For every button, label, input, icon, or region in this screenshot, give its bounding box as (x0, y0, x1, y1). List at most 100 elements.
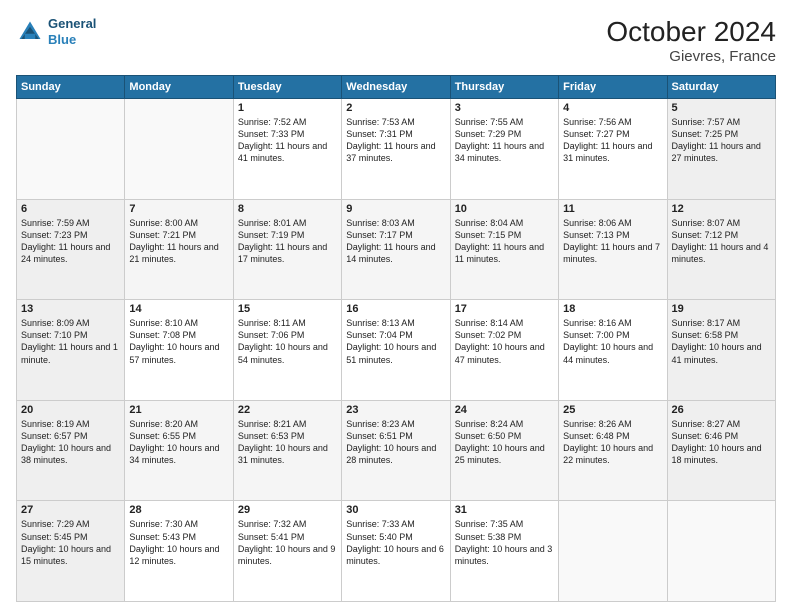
cell-content: Sunrise: 8:20 AMSunset: 6:55 PMDaylight:… (129, 418, 228, 467)
day-number: 9 (346, 203, 445, 215)
day-number: 3 (455, 102, 554, 114)
cell-content: Sunrise: 7:32 AMSunset: 5:41 PMDaylight:… (238, 518, 337, 567)
cell-content: Sunrise: 8:11 AMSunset: 7:06 PMDaylight:… (238, 317, 337, 366)
day-number: 13 (21, 303, 120, 315)
cell-content: Sunrise: 8:24 AMSunset: 6:50 PMDaylight:… (455, 418, 554, 467)
cell-content: Sunrise: 8:04 AMSunset: 7:15 PMDaylight:… (455, 217, 554, 266)
cell-content: Sunrise: 7:35 AMSunset: 5:38 PMDaylight:… (455, 518, 554, 567)
calendar-cell: 9 Sunrise: 8:03 AMSunset: 7:17 PMDaylight… (342, 199, 450, 300)
cell-content: Sunrise: 8:07 AMSunset: 7:12 PMDaylight:… (672, 217, 771, 266)
day-number: 19 (672, 303, 771, 315)
calendar-cell: 30 Sunrise: 7:33 AMSunset: 5:40 PMDayligh… (342, 501, 450, 602)
day-number: 23 (346, 404, 445, 416)
calendar-cell: 19 Sunrise: 8:17 AMSunset: 6:58 PMDayligh… (667, 300, 775, 401)
day-number: 15 (238, 303, 337, 315)
calendar-cell: 2 Sunrise: 7:53 AMSunset: 7:31 PMDaylight… (342, 99, 450, 200)
cell-content: Sunrise: 7:53 AMSunset: 7:31 PMDaylight:… (346, 116, 445, 165)
day-number: 11 (563, 203, 662, 215)
calendar-cell: 29 Sunrise: 7:32 AMSunset: 5:41 PMDayligh… (233, 501, 341, 602)
day-number: 16 (346, 303, 445, 315)
day-number: 17 (455, 303, 554, 315)
day-number: 21 (129, 404, 228, 416)
day-number: 10 (455, 203, 554, 215)
calendar-cell (17, 99, 125, 200)
calendar-cell: 24 Sunrise: 8:24 AMSunset: 6:50 PMDayligh… (450, 400, 558, 501)
calendar-week-1: 6Sunrise: 7:59 AMSunset: 7:23 PMDaylight… (17, 199, 776, 300)
day-number: 24 (455, 404, 554, 416)
cell-content: Sunrise: 7:55 AMSunset: 7:29 PMDaylight:… (455, 116, 554, 165)
calendar-cell: 11 Sunrise: 8:06 AMSunset: 7:13 PMDayligh… (559, 199, 667, 300)
calendar-cell: 1 Sunrise: 7:52 AMSunset: 7:33 PMDaylight… (233, 99, 341, 200)
cell-content: Sunrise: 8:17 AMSunset: 6:58 PMDaylight:… (672, 317, 771, 366)
day-number: 20 (21, 404, 120, 416)
calendar-week-0: 1 Sunrise: 7:52 AMSunset: 7:33 PMDaylight… (17, 99, 776, 200)
calendar-cell: 23Sunrise: 8:23 AMSunset: 6:51 PMDayligh… (342, 400, 450, 501)
calendar-cell: 16 Sunrise: 8:13 AMSunset: 7:04 PMDayligh… (342, 300, 450, 401)
col-friday: Friday (559, 76, 667, 99)
col-saturday: Saturday (667, 76, 775, 99)
calendar-cell (125, 99, 233, 200)
calendar-cell: 18 Sunrise: 8:16 AMSunset: 7:00 PMDayligh… (559, 300, 667, 401)
calendar-cell: 6Sunrise: 7:59 AMSunset: 7:23 PMDaylight… (17, 199, 125, 300)
logo: General Blue (16, 16, 96, 47)
calendar-cell: 13Sunrise: 8:09 AMSunset: 7:10 PMDayligh… (17, 300, 125, 401)
calendar-cell: 4 Sunrise: 7:56 AMSunset: 7:27 PMDaylight… (559, 99, 667, 200)
cell-content: Sunrise: 8:26 AMSunset: 6:48 PMDaylight:… (563, 418, 662, 467)
calendar-table: Sunday Monday Tuesday Wednesday Thursday… (16, 75, 776, 602)
day-number: 5 (672, 102, 771, 114)
cell-content: Sunrise: 7:56 AMSunset: 7:27 PMDaylight:… (563, 116, 662, 165)
calendar-cell: 14Sunrise: 8:10 AMSunset: 7:08 PMDayligh… (125, 300, 233, 401)
calendar-cell: 17 Sunrise: 8:14 AMSunset: 7:02 PMDayligh… (450, 300, 558, 401)
cell-content: Sunrise: 8:14 AMSunset: 7:02 PMDaylight:… (455, 317, 554, 366)
day-number: 1 (238, 102, 337, 114)
day-number: 30 (346, 504, 445, 516)
col-monday: Monday (125, 76, 233, 99)
cell-content: Sunrise: 7:57 AMSunset: 7:25 PMDaylight:… (672, 116, 771, 165)
cell-content: Sunrise: 8:13 AMSunset: 7:04 PMDaylight:… (346, 317, 445, 366)
day-number: 18 (563, 303, 662, 315)
col-thursday: Thursday (450, 76, 558, 99)
calendar-week-3: 20 Sunrise: 8:19 AMSunset: 6:57 PMDayligh… (17, 400, 776, 501)
day-number: 29 (238, 504, 337, 516)
day-number: 27 (21, 504, 120, 516)
day-number: 12 (672, 203, 771, 215)
calendar-cell: 7Sunrise: 8:00 AMSunset: 7:21 PMDaylight… (125, 199, 233, 300)
calendar-subtitle: Gievres, France (606, 48, 776, 65)
calendar-cell: 26Sunrise: 8:27 AMSunset: 6:46 PMDayligh… (667, 400, 775, 501)
calendar-cell: 8 Sunrise: 8:01 AMSunset: 7:19 PMDaylight… (233, 199, 341, 300)
calendar-cell: 20 Sunrise: 8:19 AMSunset: 6:57 PMDayligh… (17, 400, 125, 501)
col-wednesday: Wednesday (342, 76, 450, 99)
day-number: 31 (455, 504, 554, 516)
cell-content: Sunrise: 8:01 AMSunset: 7:19 PMDaylight:… (238, 217, 337, 266)
calendar-cell: 10 Sunrise: 8:04 AMSunset: 7:15 PMDayligh… (450, 199, 558, 300)
logo-icon (16, 18, 44, 46)
day-number: 2 (346, 102, 445, 114)
cell-content: Sunrise: 7:29 AMSunset: 5:45 PMDaylight:… (21, 518, 120, 567)
col-sunday: Sunday (17, 76, 125, 99)
day-number: 4 (563, 102, 662, 114)
calendar-cell: 21 Sunrise: 8:20 AMSunset: 6:55 PMDayligh… (125, 400, 233, 501)
col-tuesday: Tuesday (233, 76, 341, 99)
cell-content: Sunrise: 8:06 AMSunset: 7:13 PMDaylight:… (563, 217, 662, 266)
calendar-cell: 31 Sunrise: 7:35 AMSunset: 5:38 PMDayligh… (450, 501, 558, 602)
day-number: 28 (129, 504, 228, 516)
calendar-cell: 28 Sunrise: 7:30 AMSunset: 5:43 PMDayligh… (125, 501, 233, 602)
day-number: 6 (21, 203, 120, 215)
logo-line1: General (48, 16, 96, 31)
title-block: October 2024 Gievres, France (606, 16, 776, 65)
logo-text: General Blue (48, 16, 96, 47)
cell-content: Sunrise: 7:33 AMSunset: 5:40 PMDaylight:… (346, 518, 445, 567)
calendar-cell: 12 Sunrise: 8:07 AMSunset: 7:12 PMDayligh… (667, 199, 775, 300)
cell-content: Sunrise: 7:52 AMSunset: 7:33 PMDaylight:… (238, 116, 337, 165)
calendar-week-4: 27 Sunrise: 7:29 AMSunset: 5:45 PMDayligh… (17, 501, 776, 602)
calendar-title: October 2024 (606, 16, 776, 48)
cell-content: Sunrise: 7:30 AMSunset: 5:43 PMDaylight:… (129, 518, 228, 567)
day-number: 8 (238, 203, 337, 215)
cell-content: Sunrise: 8:03 AMSunset: 7:17 PMDaylight:… (346, 217, 445, 266)
calendar-cell: 22Sunrise: 8:21 AMSunset: 6:53 PMDayligh… (233, 400, 341, 501)
cell-content: Sunrise: 8:16 AMSunset: 7:00 PMDaylight:… (563, 317, 662, 366)
calendar-cell (559, 501, 667, 602)
cell-content: Sunrise: 8:00 AMSunset: 7:21 PMDaylight:… (129, 217, 228, 266)
calendar-cell: 15 Sunrise: 8:11 AMSunset: 7:06 PMDayligh… (233, 300, 341, 401)
cell-content: Sunrise: 8:19 AMSunset: 6:57 PMDaylight:… (21, 418, 120, 467)
